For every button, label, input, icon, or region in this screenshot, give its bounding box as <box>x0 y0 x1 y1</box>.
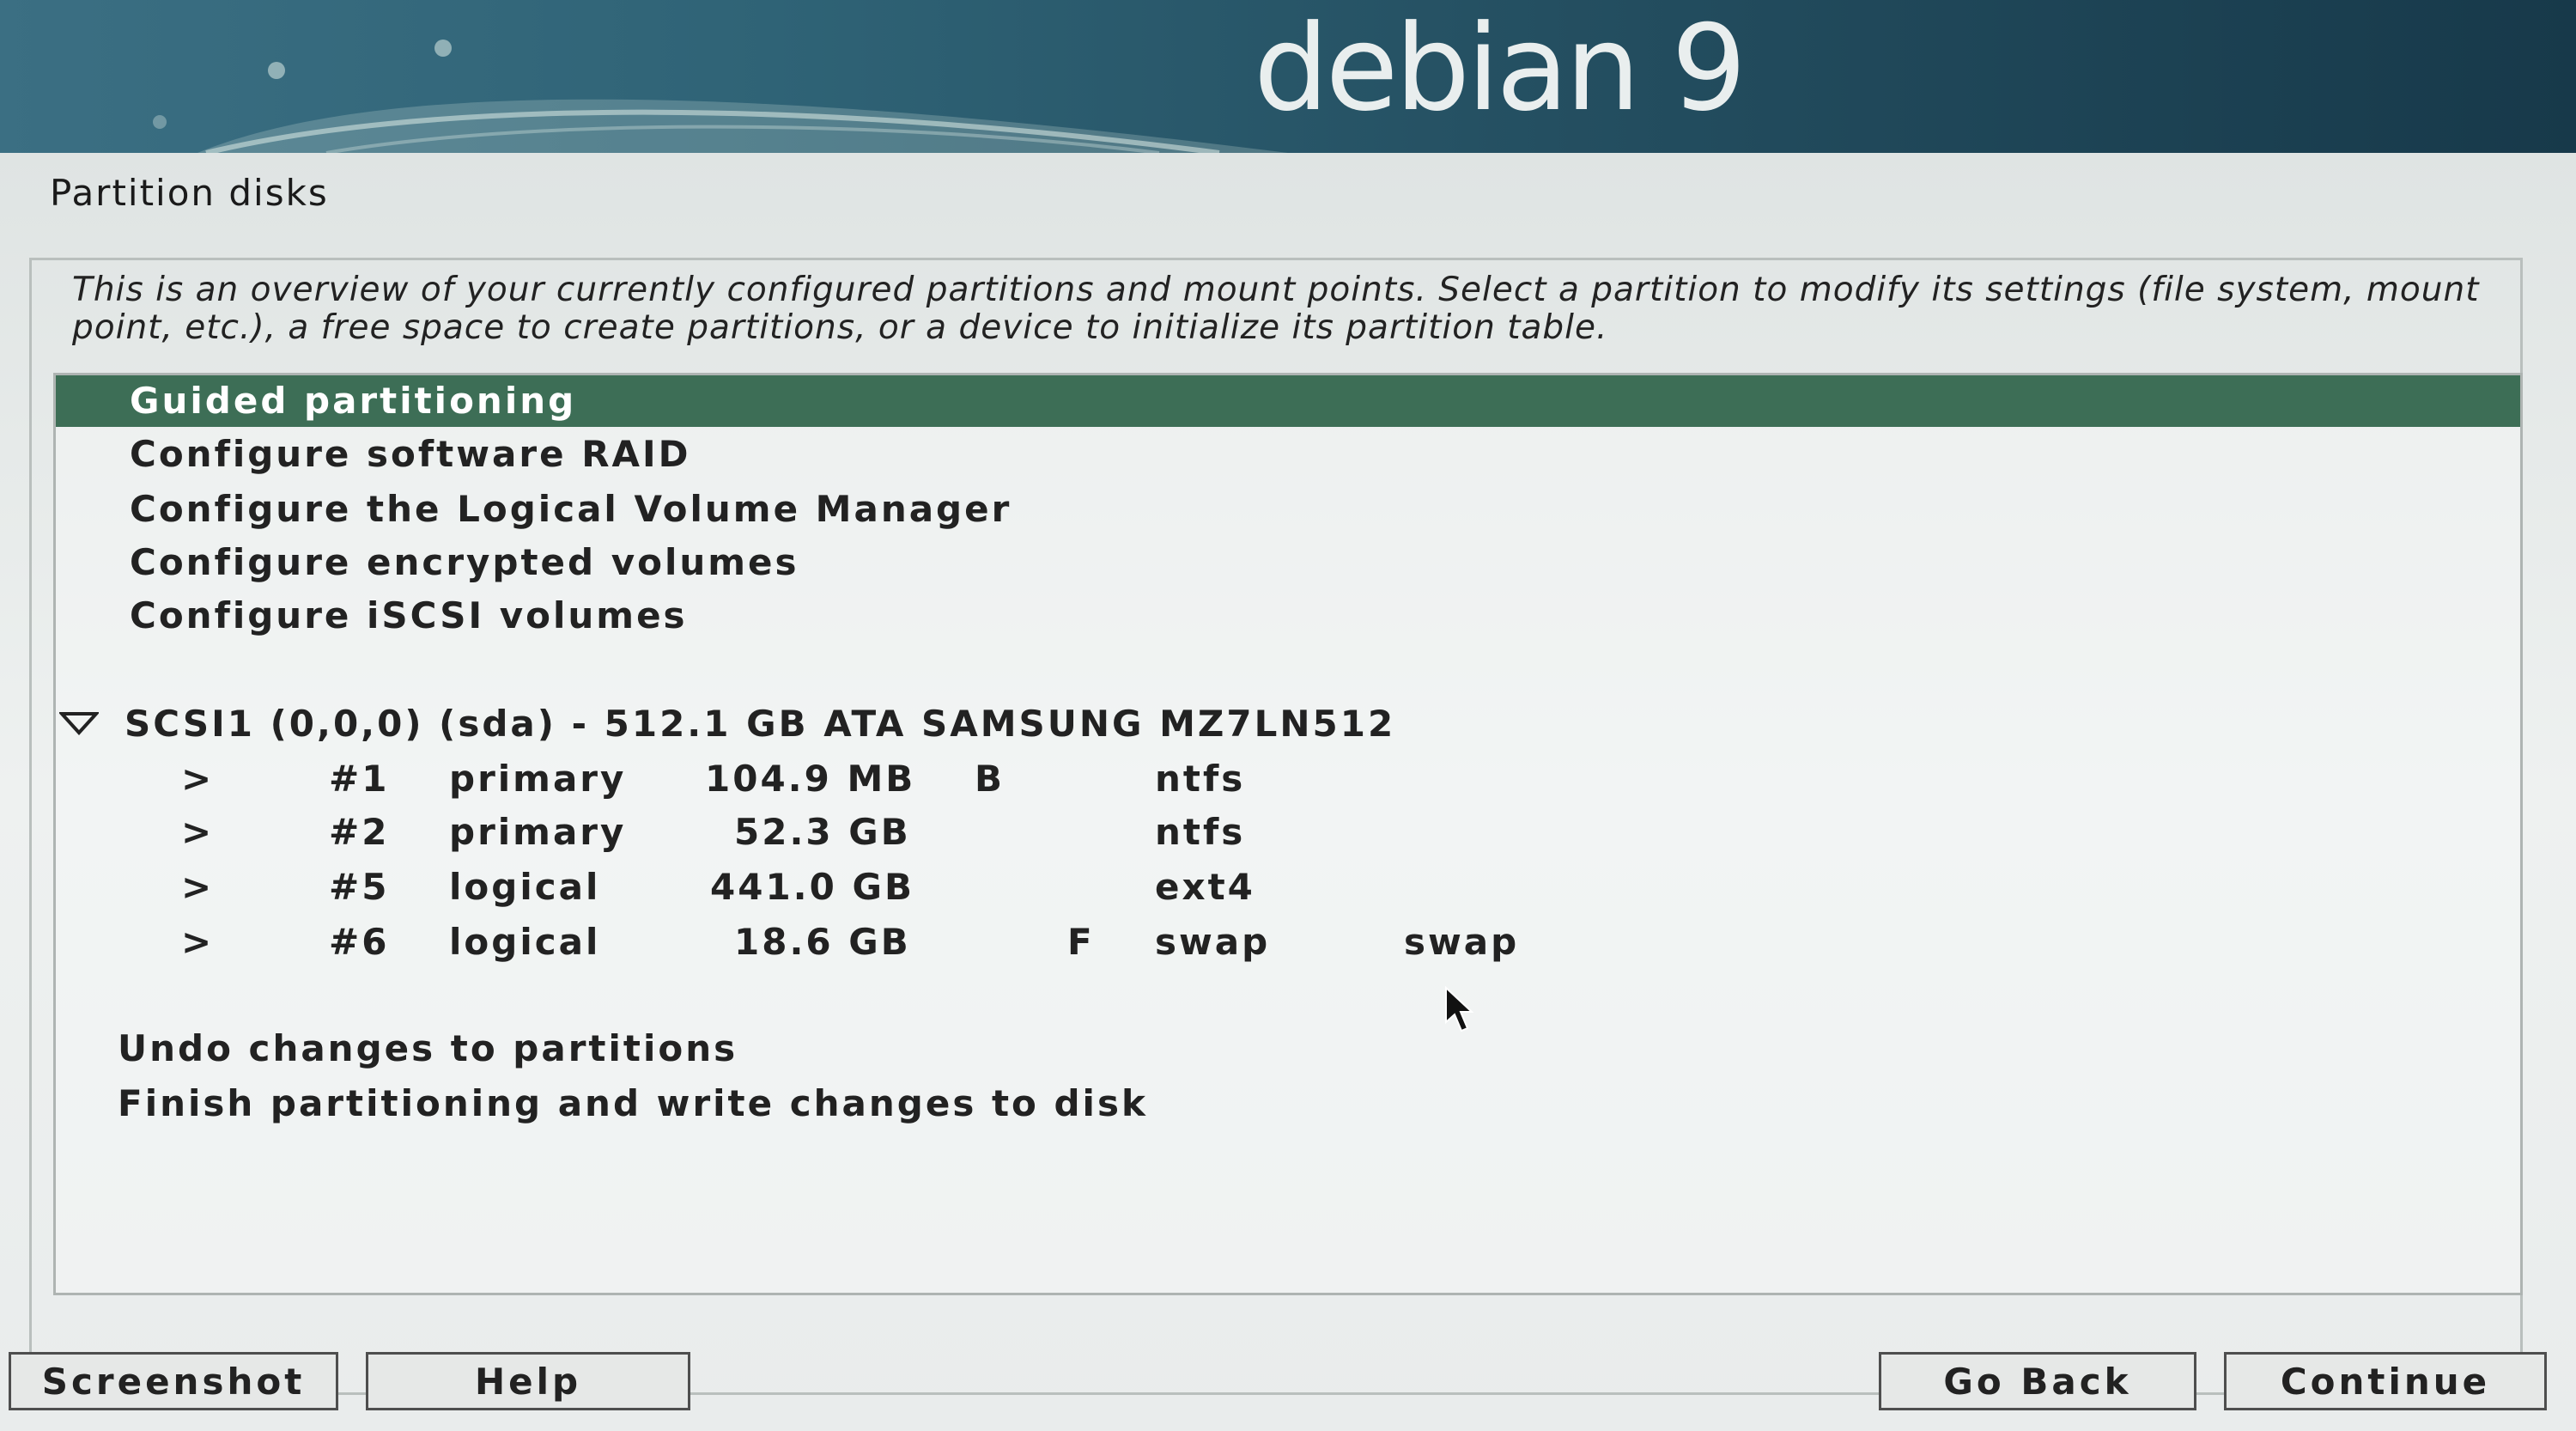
partition-type: logical <box>449 866 601 908</box>
banner-title: debian 9 <box>1254 0 1747 137</box>
menu-item-software-raid[interactable]: Configure software RAID <box>56 429 2520 480</box>
expand-arrow-icon: > <box>181 758 215 800</box>
partition-size: 104.9 MB <box>705 758 916 800</box>
page-description: This is an overview of your currently co… <box>72 271 2480 347</box>
partition-format-flag: F <box>1067 921 1095 963</box>
page-title: Partition disks <box>50 172 329 214</box>
partition-row-1[interactable]: > #1 primary 104.9 MB B ntfs <box>56 753 2520 805</box>
menu-item-label: Undo changes to partitions <box>118 1027 738 1069</box>
partition-number: #6 <box>329 921 390 963</box>
partition-type: logical <box>449 921 601 963</box>
expand-arrow-icon: > <box>181 921 215 963</box>
partition-filesystem: ext4 <box>1155 866 1255 908</box>
partition-type: primary <box>449 811 627 853</box>
partition-size: 18.6 GB <box>734 921 911 963</box>
partition-type: primary <box>449 758 627 800</box>
partition-mount: swap <box>1404 921 1520 963</box>
disk-label: SCSI1 (0,0,0) (sda) - 512.1 GB ATA SAMSU… <box>125 703 1396 745</box>
mouse-cursor-icon <box>1444 985 1479 1038</box>
expand-arrow-icon: > <box>181 811 215 853</box>
disk-row-sda[interactable]: SCSI1 (0,0,0) (sda) - 512.1 GB ATA SAMSU… <box>56 698 2520 750</box>
screenshot-button[interactable]: Screenshot <box>9 1352 338 1410</box>
menu-item-label: Configure the Logical Volume Manager <box>130 488 1012 530</box>
partition-row-2[interactable]: > #2 primary 52.3 GB ntfs <box>56 807 2520 858</box>
undo-changes-item[interactable]: Undo changes to partitions <box>56 1023 2520 1075</box>
menu-item-iscsi-volumes[interactable]: Configure iSCSI volumes <box>56 590 2520 642</box>
menu-item-encrypted-volumes[interactable]: Configure encrypted volumes <box>56 537 2520 588</box>
menu-item-label: Finish partitioning and write changes to… <box>118 1082 1148 1124</box>
menu-item-label: Guided partitioning <box>130 380 577 422</box>
debian-banner: debian 9 <box>0 0 2576 153</box>
partition-size: 441.0 GB <box>710 866 914 908</box>
menu-item-lvm[interactable]: Configure the Logical Volume Manager <box>56 484 2520 535</box>
partition-filesystem: swap <box>1155 921 1271 963</box>
partition-flag: B <box>975 758 1005 800</box>
installer-screen: debian 9 Partition disks This is an over… <box>0 0 2576 1431</box>
menu-item-label: Configure iSCSI volumes <box>130 594 688 636</box>
finish-partitioning-item[interactable]: Finish partitioning and write changes to… <box>56 1078 2520 1130</box>
help-button[interactable]: Help <box>366 1352 690 1410</box>
menu-item-guided-partitioning[interactable]: Guided partitioning <box>56 375 2520 427</box>
partition-number: #2 <box>329 811 390 853</box>
partition-row-6[interactable]: > #6 logical 18.6 GB F swap swap <box>56 916 2520 968</box>
triangle-down-icon[interactable] <box>58 698 100 758</box>
partition-filesystem: ntfs <box>1155 811 1246 853</box>
menu-item-label: Configure software RAID <box>130 433 691 475</box>
partition-number: #5 <box>329 866 390 908</box>
continue-button[interactable]: Continue <box>2224 1352 2547 1410</box>
partition-size: 52.3 GB <box>734 811 911 853</box>
partition-number: #1 <box>329 758 390 800</box>
partition-filesystem: ntfs <box>1155 758 1246 800</box>
menu-item-label: Configure encrypted volumes <box>130 541 799 583</box>
partition-listbox[interactable]: Guided partitioning Configure software R… <box>53 373 2523 1295</box>
expand-arrow-icon: > <box>181 866 215 908</box>
partition-row-5[interactable]: > #5 logical 441.0 GB ext4 <box>56 862 2520 913</box>
go-back-button[interactable]: Go Back <box>1879 1352 2196 1410</box>
